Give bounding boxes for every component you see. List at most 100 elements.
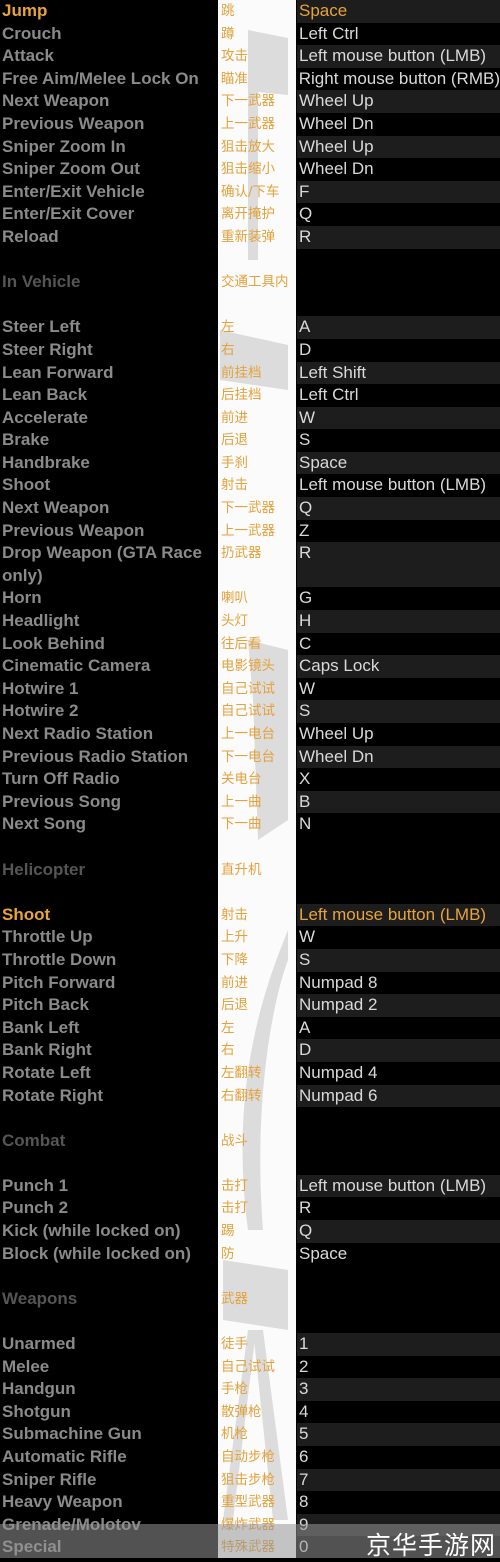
control-row: Sniper Zoom In 狙击放大 Wheel Up — [0, 135, 500, 159]
key-binding: W — [297, 406, 500, 430]
control-row: Steer Left 左 A — [0, 316, 500, 339]
action-label: Shoot — [2, 904, 51, 924]
action-label-chinese: 关电台 — [221, 771, 262, 788]
key-binding: Space — [297, 451, 500, 475]
action-label-chinese: 徒手 — [221, 1336, 248, 1353]
action-label: Throttle Down — [2, 949, 117, 969]
control-row: Handgun 手枪 3 — [0, 1378, 500, 1401]
control-row: Punch 2 击打 R — [0, 1197, 500, 1220]
spacer-row — [0, 836, 500, 859]
action-label: Free Aim/Melee Lock On — [2, 68, 199, 88]
action-label-chinese: 踢 — [221, 1223, 235, 1240]
section-key-empty — [297, 271, 500, 294]
control-row: Headlight 头灯 H — [0, 610, 500, 633]
action-label: Next Weapon — [2, 498, 110, 518]
key-binding: C — [299, 633, 312, 653]
action-label: Jump — [2, 1, 48, 20]
action-label-chinese: 确认/下车 — [221, 183, 280, 200]
control-row: Attack 攻击 Left mouse button (LMB) — [0, 45, 500, 68]
action-label: Next Radio Station — [2, 724, 154, 743]
action-label: Attack — [2, 46, 54, 66]
control-row: Previous Weapon 上一武器 Z — [0, 520, 500, 543]
section-title-en: Helicopter — [2, 859, 86, 879]
key-binding: W — [299, 678, 316, 698]
control-row: Lean Back 后挂档 Left Ctrl — [0, 384, 500, 407]
action-label-chinese: 射击 — [221, 906, 248, 923]
key-binding: Wheel Up — [299, 724, 374, 743]
section-title-zh: 交通工具内 — [221, 274, 289, 291]
action-label: Previous Weapon — [2, 520, 145, 540]
action-label-chinese: 左 — [221, 1019, 235, 1036]
action-label: Turn Off Radio — [2, 769, 120, 789]
key-binding: Space — [297, 0, 500, 23]
action-label-chinese: 前进 — [221, 974, 248, 991]
action-label-chinese: 跳 — [221, 3, 235, 19]
key-binding: Space — [299, 1243, 348, 1263]
control-row: Bank Right 右 D — [0, 1039, 500, 1062]
key-binding: Wheel Dn — [297, 745, 500, 769]
key-binding: 3 — [297, 1378, 500, 1401]
key-binding: Numpad 6 — [297, 1084, 500, 1108]
action-label: Crouch — [2, 23, 62, 43]
spacer-row — [0, 1152, 500, 1175]
control-row: Previous Radio Station 下一电台 Wheel Dn — [0, 745, 500, 769]
control-row: Automatic Rifle 自动步枪 6 — [0, 1446, 500, 1469]
action-label-chinese: 下一曲 — [221, 816, 262, 833]
section-title-zh: 战斗 — [221, 1132, 248, 1149]
key-binding: A — [299, 1017, 311, 1037]
control-row: Enter/Exit Cover 离开掩护 Q — [0, 203, 500, 226]
action-label-chinese: 自动步枪 — [221, 1449, 275, 1465]
control-row: Previous Weapon 上一武器 Wheel Dn — [0, 113, 500, 136]
key-binding: Numpad 4 — [299, 1062, 378, 1082]
spacer-row — [0, 1310, 500, 1333]
control-row: Previous Song 上一曲 B — [0, 790, 500, 814]
action-label: Pitch Forward — [2, 972, 116, 992]
key-binding: 6 — [299, 1447, 309, 1466]
key-binding: S — [297, 700, 500, 723]
key-binding: D — [299, 339, 312, 359]
spacer-row — [0, 294, 500, 317]
section-key-empty — [297, 859, 500, 882]
action-label-chinese: 散弹枪 — [221, 1403, 262, 1420]
action-label-chinese: 下降 — [221, 951, 248, 968]
key-binding: Q — [299, 204, 313, 224]
control-row: Unarmed 徒手 1 — [0, 1333, 500, 1356]
action-label: Steer Left — [2, 317, 81, 337]
action-label: Hotwire 1 — [2, 678, 79, 698]
action-label-chinese: 往后看 — [221, 635, 262, 652]
action-label-chinese: 左 — [221, 319, 235, 336]
control-row: Look Behind 往后看 C — [0, 633, 500, 656]
action-label: Cinematic Camera — [2, 656, 151, 676]
key-binding: 5 — [297, 1423, 500, 1446]
key-binding: B — [297, 790, 500, 814]
action-label: Reload — [2, 226, 59, 246]
key-binding: Wheel Dn — [299, 159, 374, 179]
action-label: Kick (while locked on) — [2, 1221, 181, 1241]
key-binding: Numpad 2 — [297, 994, 500, 1017]
key-binding: Wheel Up — [297, 135, 500, 159]
action-label-chinese: 后挂档 — [221, 387, 262, 404]
control-row: Throttle Down 下降 S — [0, 948, 500, 972]
action-label-chinese: 下一武器 — [221, 93, 275, 110]
action-label-chinese: 电影镜头 — [221, 658, 275, 675]
action-label: Submachine Gun — [2, 1424, 142, 1444]
key-binding: Caps Lock — [297, 655, 500, 678]
control-row: Lean Forward 前挂档 Left Shift — [0, 361, 500, 385]
action-label-chinese: 蹲 — [221, 25, 235, 42]
action-label-chinese: 上一武器 — [221, 115, 275, 132]
key-binding: R — [299, 1198, 312, 1218]
action-label: Accelerate — [2, 407, 89, 427]
action-label-chinese: 重型武器 — [221, 1494, 275, 1511]
key-binding: Left mouse button (LMB) — [297, 903, 500, 927]
action-label: Next Song — [2, 814, 87, 834]
action-label: Bank Right — [2, 1040, 92, 1060]
control-row: Sniper Rifle 狙击步枪 7 — [0, 1468, 500, 1492]
action-label: Handgun — [2, 1379, 76, 1399]
key-binding: Wheel Dn — [299, 113, 374, 133]
action-label: Previous Radio Station — [2, 746, 189, 766]
key-binding: 2 — [299, 1356, 309, 1376]
control-row: Cinematic Camera 电影镜头 Caps Lock — [0, 655, 500, 678]
section-title-en: Combat — [2, 1130, 66, 1150]
spacer-row — [0, 1107, 500, 1130]
spacer-row — [0, 249, 500, 272]
